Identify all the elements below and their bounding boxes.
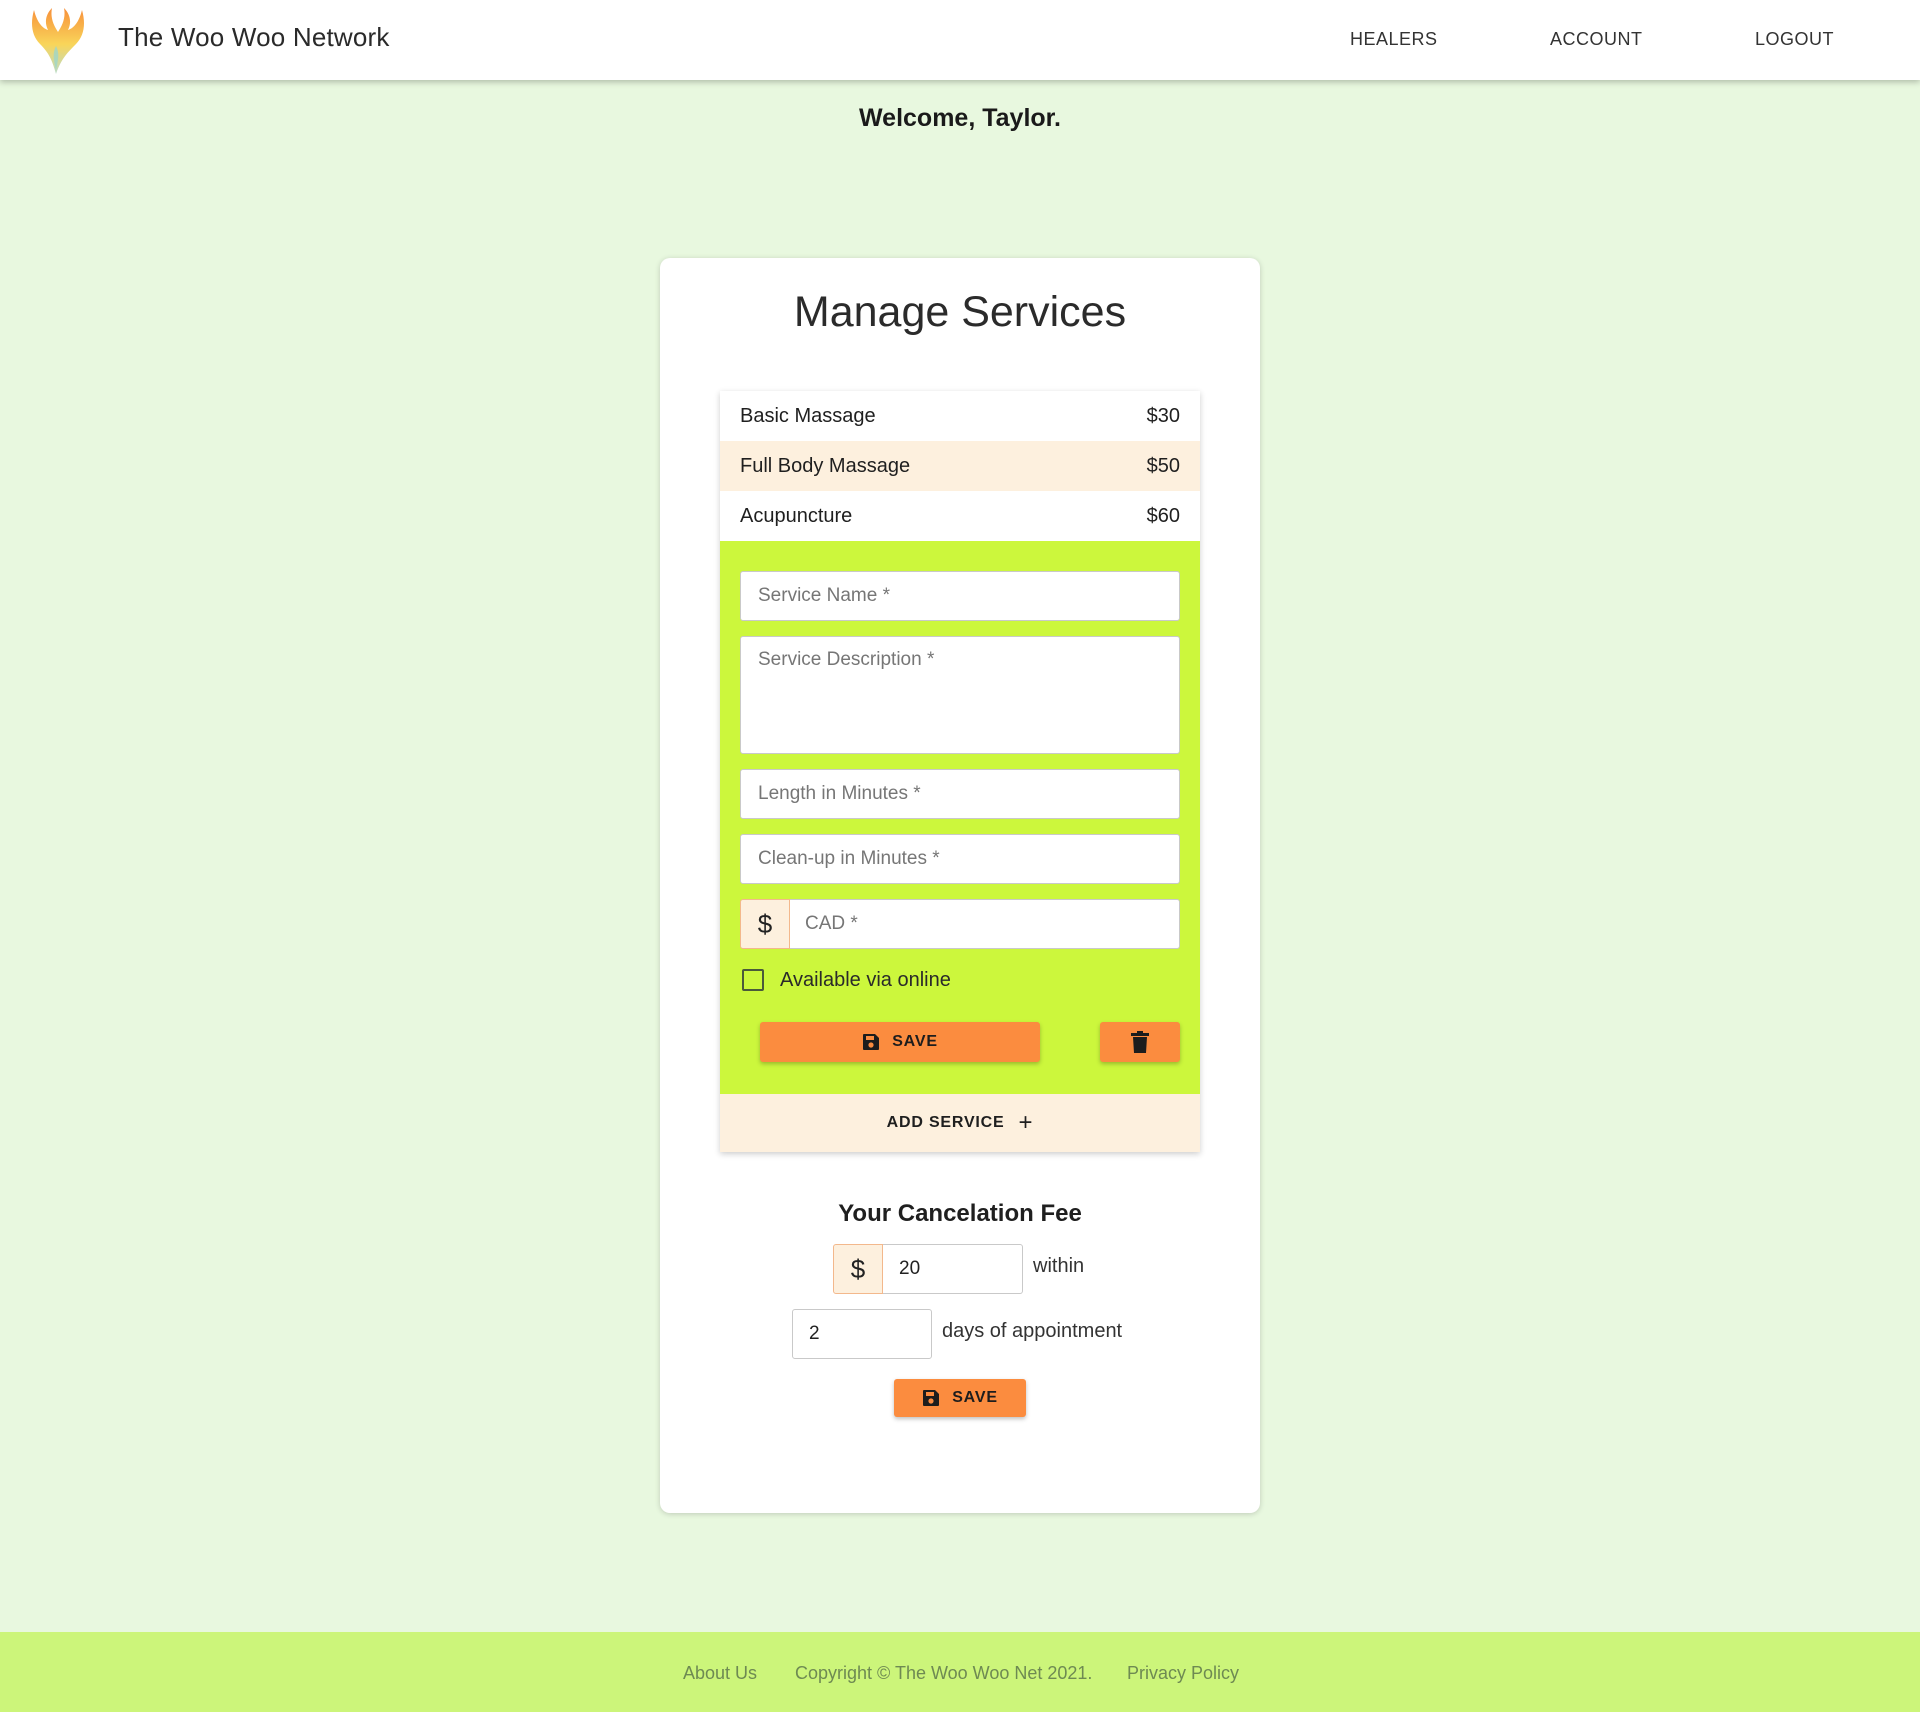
form-buttons: SAVE [740,1022,1180,1064]
price-input-wrap [790,899,1180,949]
length-minutes-input[interactable] [741,770,1179,818]
service-description-input[interactable] [741,637,1179,753]
service-name: Acupuncture [740,504,853,527]
save-fee-button[interactable]: SAVE [894,1379,1026,1417]
save-service-label: SAVE [892,1033,938,1050]
footer-about-link[interactable]: About Us [683,1663,757,1684]
save-icon [923,1390,940,1406]
price-cad-input[interactable] [790,900,1179,948]
dollar-sign-icon: $ [833,1244,883,1294]
plus-icon: + [1018,1109,1034,1136]
online-checkbox[interactable] [742,969,764,991]
price-field: $ [740,899,1180,949]
top-navbar: The Woo Woo Network HEALERS ACCOUNT LOGO… [0,0,1920,80]
dollar-sign-icon: $ [740,899,790,949]
cancellation-days-row: days of appointment [792,1309,1122,1359]
nav-healers-link[interactable]: HEALERS [1350,29,1438,50]
cleanup-minutes-input[interactable] [741,835,1179,883]
service-row[interactable]: Basic Massage $30 [720,391,1200,441]
manage-services-card: Manage Services Basic Massage $30 Full B… [660,258,1260,1513]
service-row[interactable]: Full Body Massage $50 [720,441,1200,491]
add-service-label: ADD SERVICE [886,1114,1005,1131]
service-description-field [740,636,1180,754]
length-field [740,769,1180,819]
service-name: Full Body Massage [740,454,911,477]
footer-copyright: Copyright © The Woo Woo Net 2021. [795,1663,1093,1683]
online-checkbox-label: Available via online [780,968,951,991]
service-row[interactable]: Acupuncture $60 [720,491,1200,541]
footer: About Us Copyright © The Woo Woo Net 202… [0,1632,1920,1712]
service-name: Basic Massage [740,404,876,427]
cancellation-fee-input[interactable] [883,1245,1022,1293]
footer-privacy-link[interactable]: Privacy Policy [1127,1663,1239,1684]
add-service-button[interactable]: ADD SERVICE + [720,1094,1200,1152]
days-input-wrap [792,1309,932,1359]
save-fee-label: SAVE [952,1389,998,1406]
nav-logout-link[interactable]: LOGOUT [1755,29,1834,50]
cleanup-field [740,834,1180,884]
delete-service-button[interactable] [1100,1022,1180,1062]
within-label: within [1033,1254,1085,1277]
save-service-button[interactable]: SAVE [760,1022,1040,1062]
cancellation-fee-row: $ within [833,1244,1084,1294]
online-checkbox-row[interactable]: Available via online [740,966,1180,994]
save-icon [863,1034,880,1050]
service-name-input[interactable] [741,572,1179,620]
page-title: Manage Services [793,288,1127,336]
days-label: days of appointment [942,1319,1123,1342]
service-price: $30 [1146,404,1180,427]
service-form: $ Available via online SAVE [720,541,1200,1094]
welcome-message: Welcome, Taylor. [859,104,1061,132]
phoenix-logo-icon[interactable] [28,4,84,76]
fee-input-wrap [883,1244,1023,1294]
cancellation-title: Your Cancelation Fee [838,1200,1082,1227]
trash-icon [1131,1031,1149,1053]
nav-account-link[interactable]: ACCOUNT [1550,29,1643,50]
service-price: $60 [1146,504,1180,527]
brand-title[interactable]: The Woo Woo Network [118,22,390,53]
service-price: $50 [1146,454,1180,477]
service-name-field [740,571,1180,621]
cancellation-days-input[interactable] [793,1310,931,1358]
services-panel: Basic Massage $30 Full Body Massage $50 … [720,391,1200,1152]
